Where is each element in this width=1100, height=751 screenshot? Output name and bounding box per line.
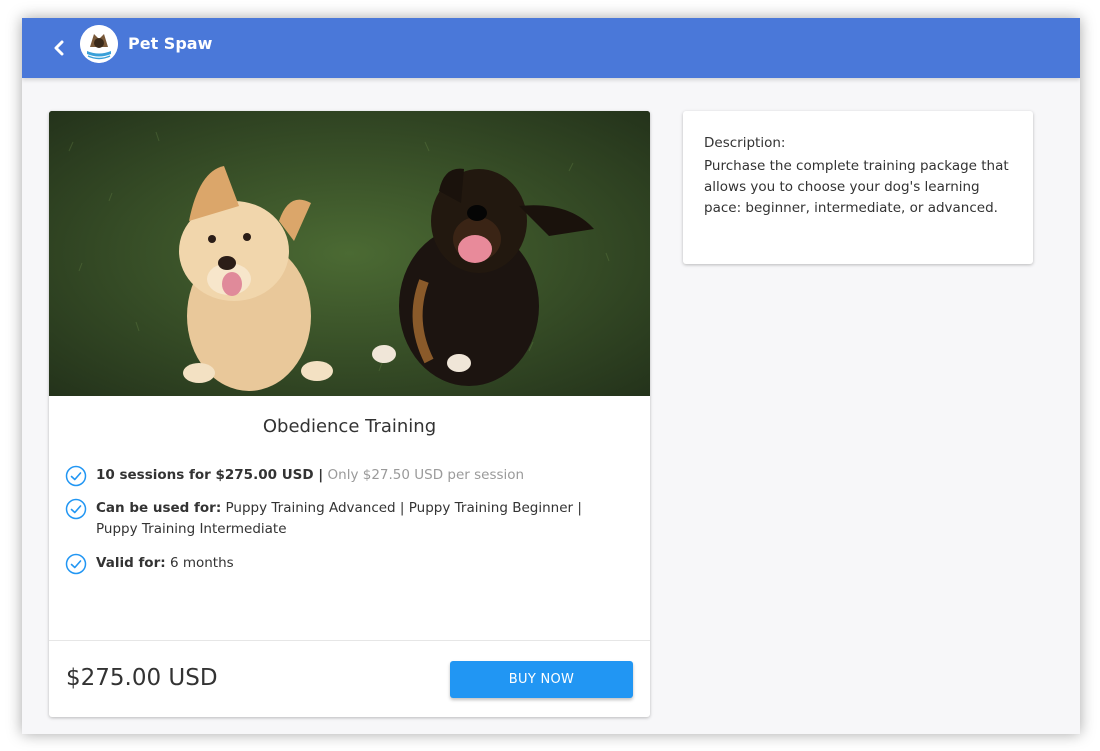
price: $275.00 USD: [66, 665, 218, 691]
buy-now-button[interactable]: BUY NOW: [450, 661, 633, 698]
description-text: Purchase the complete training package t…: [704, 158, 1009, 216]
chevron-left-icon: [54, 40, 64, 56]
check-circle-icon: [65, 553, 87, 575]
feature-text: Valid for: 6 months: [96, 553, 626, 574]
description-label: Description:: [704, 135, 786, 151]
feature-item-validity: Valid for: 6 months: [65, 553, 626, 575]
feature-text: Can be used for: Puppy Training Advanced…: [96, 498, 626, 540]
card-divider: [49, 640, 650, 641]
app-window: Pet Spaw Obedience Training 10 sessions …: [22, 18, 1080, 734]
feature-item-sessions: 10 sessions for $275.00 USD | Only $27.5…: [65, 465, 626, 487]
feature-validity-label: Valid for:: [96, 555, 166, 571]
app-bar: Pet Spaw: [22, 18, 1080, 78]
app-title: Pet Spaw: [128, 34, 213, 53]
check-circle-icon: [65, 498, 87, 520]
two-dogs-photo: [49, 111, 650, 396]
feature-sessions-label: 10 sessions for $275.00 USD |: [96, 467, 324, 483]
check-circle-icon: [65, 465, 87, 487]
feature-usage-label: Can be used for:: [96, 500, 222, 516]
pet-spaw-logo: [80, 25, 118, 63]
feature-item-usage: Can be used for: Puppy Training Advanced…: [65, 498, 626, 540]
back-button[interactable]: [44, 33, 74, 63]
feature-sessions-detail: Only $27.50 USD per session: [323, 467, 525, 483]
feature-validity-detail: 6 months: [165, 555, 234, 571]
feature-text: 10 sessions for $275.00 USD | Only $27.5…: [96, 465, 626, 486]
product-title: Obedience Training: [262, 416, 437, 437]
description-card: Description: Purchase the complete train…: [683, 111, 1033, 264]
product-card: Obedience Training 10 sessions for $275.…: [49, 111, 650, 717]
